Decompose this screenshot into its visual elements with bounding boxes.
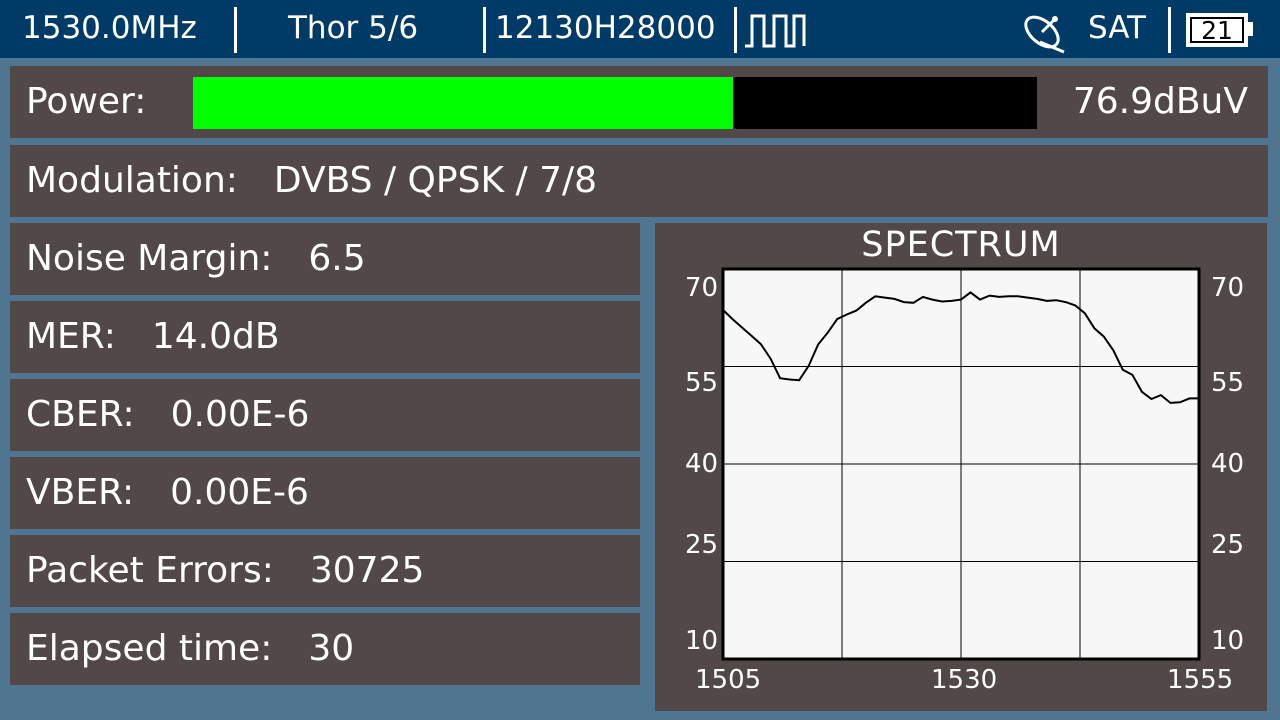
noise-margin-row: Noise Margin: 6.5 bbox=[10, 223, 640, 295]
y-tick-left: 40 bbox=[685, 449, 719, 479]
square-wave-icon bbox=[745, 14, 806, 48]
mer-text: MER: 14.0dB bbox=[26, 301, 280, 373]
packet-errors-text: Packet Errors: 30725 bbox=[26, 535, 424, 607]
elapsed-time-label: Elapsed time: bbox=[26, 628, 273, 669]
power-label: Power: bbox=[26, 81, 147, 122]
y-tick-left: 25 bbox=[685, 530, 719, 560]
y-tick-right: 55 bbox=[1211, 368, 1245, 398]
modulation-label: Modulation: bbox=[26, 160, 238, 201]
modulation-text: Modulation: DVBS / QPSK / 7/8 bbox=[26, 145, 597, 217]
power-level-bar bbox=[193, 77, 1037, 129]
elapsed-time-value: 30 bbox=[308, 628, 355, 669]
status-bar: 1530.0MHz Thor 5/6 12130H28000 SAT 21 bbox=[0, 0, 1280, 58]
x-tick: 1530 bbox=[931, 665, 998, 695]
noise-margin-label: Noise Margin: bbox=[26, 238, 273, 279]
spectrum-panel[interactable]: SPECTRUM 70 55 40 25 10 70 55 40 25 10 1… bbox=[655, 223, 1267, 711]
packet-errors-value: 30725 bbox=[309, 550, 425, 591]
spectrum-title: SPECTRUM bbox=[861, 225, 1061, 265]
divider bbox=[734, 7, 737, 53]
modulation-value: DVBS / QPSK / 7/8 bbox=[273, 160, 598, 201]
x-tick: 1555 bbox=[1167, 665, 1234, 695]
vber-text: VBER: 0.00E-6 bbox=[26, 457, 309, 529]
modulation-row: Modulation: DVBS / QPSK / 7/8 bbox=[10, 145, 1268, 217]
battery-icon: 21 bbox=[1186, 13, 1253, 47]
noise-margin-text: Noise Margin: 6.5 bbox=[26, 223, 366, 295]
satellite-dish-icon bbox=[1024, 15, 1065, 54]
vber-row: VBER: 0.00E-6 bbox=[10, 457, 640, 529]
power-row: Power: 76.9dBuV bbox=[10, 66, 1268, 138]
vber-label: VBER: bbox=[26, 472, 135, 513]
noise-margin-value: 6.5 bbox=[308, 238, 366, 279]
vber-value: 0.00E-6 bbox=[170, 472, 309, 513]
battery-tip bbox=[1248, 22, 1253, 36]
y-tick-left: 70 bbox=[685, 273, 719, 303]
y-tick-right: 70 bbox=[1211, 273, 1245, 303]
mer-row: MER: 14.0dB bbox=[10, 301, 640, 373]
cber-value: 0.00E-6 bbox=[170, 394, 310, 435]
satellite-name[interactable]: Thor 5/6 bbox=[288, 8, 418, 48]
divider bbox=[1168, 7, 1171, 53]
elapsed-time-text: Elapsed time: 30 bbox=[26, 613, 354, 685]
power-level-fill bbox=[193, 77, 734, 129]
packet-errors-row: Packet Errors: 30725 bbox=[10, 535, 640, 607]
divider bbox=[483, 7, 486, 53]
battery-level: 21 bbox=[1201, 16, 1233, 45]
mer-value: 14.0dB bbox=[151, 316, 280, 357]
cber-row: CBER: 0.00E-6 bbox=[10, 379, 640, 451]
divider bbox=[234, 7, 237, 53]
x-tick: 1505 bbox=[695, 665, 762, 695]
y-tick-left: 10 bbox=[685, 626, 719, 656]
y-tick-left: 55 bbox=[685, 368, 719, 398]
spectrum-plot[interactable] bbox=[721, 267, 1201, 661]
y-tick-right: 10 bbox=[1211, 626, 1245, 656]
mer-label: MER: bbox=[26, 316, 116, 357]
packet-errors-label: Packet Errors: bbox=[26, 550, 274, 591]
frequency-readout[interactable]: 1530.0MHz bbox=[22, 8, 197, 48]
band-indicator[interactable]: SAT bbox=[1088, 8, 1146, 48]
cber-label: CBER: bbox=[26, 394, 135, 435]
transponder-params[interactable]: 12130H28000 bbox=[495, 8, 716, 48]
elapsed-time-row: Elapsed time: 30 bbox=[10, 613, 640, 685]
y-tick-right: 25 bbox=[1211, 530, 1245, 560]
power-value: 76.9dBuV bbox=[1072, 81, 1248, 122]
cber-text: CBER: 0.00E-6 bbox=[26, 379, 309, 451]
y-tick-right: 40 bbox=[1211, 449, 1245, 479]
